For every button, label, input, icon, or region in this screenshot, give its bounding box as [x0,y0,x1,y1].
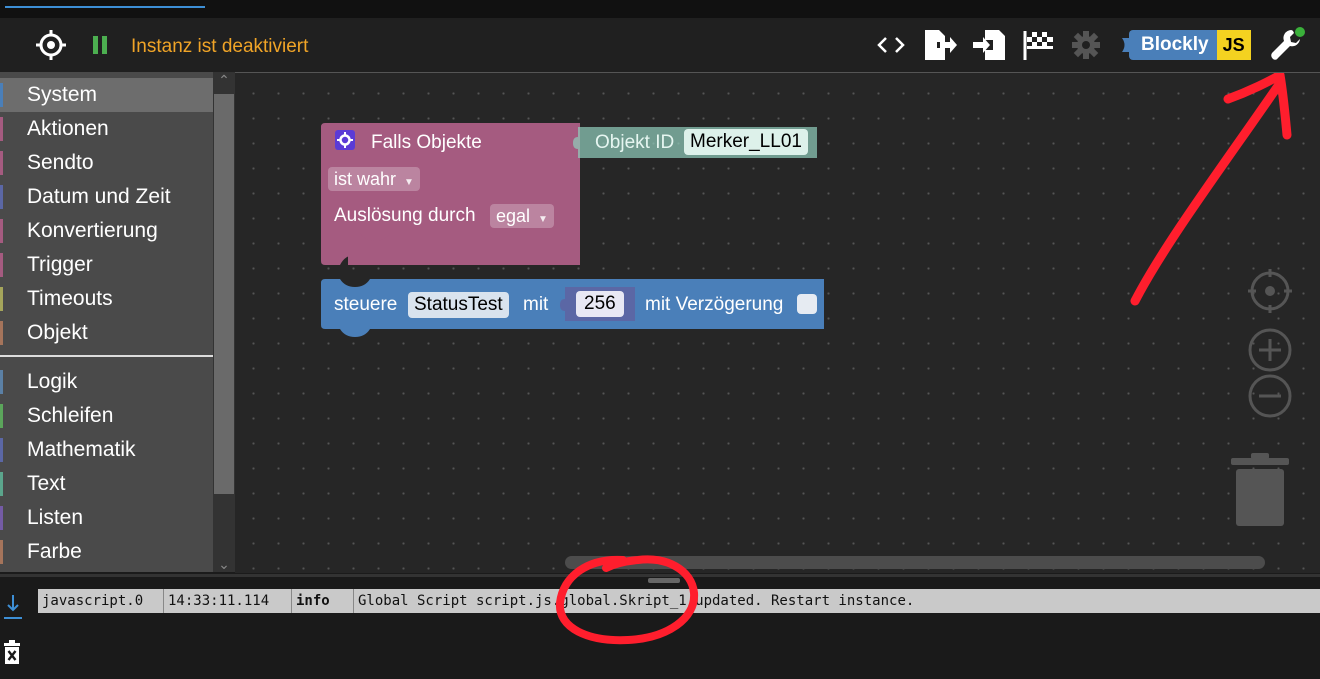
scroll-down-icon[interactable]: ⌄ [217,556,231,572]
category-color-bar [0,253,3,277]
log-row: javascript.0 14:33:11.114 info Global Sc… [38,589,1320,613]
tab-strip [0,0,1320,18]
workspace-horizontal-scrollbar[interactable] [565,556,1265,569]
category-schleifen[interactable]: Schleifen [0,399,213,433]
number-field[interactable]: 256 [576,291,624,317]
toolbox-scrollbar[interactable]: ⌃ ⌄ [213,72,235,572]
category-separator [0,355,213,357]
category-datum-und-zeit[interactable]: Datum und Zeit [0,180,213,214]
control-target-field[interactable]: StatusTest [408,292,509,318]
category-sendto[interactable]: Sendto [0,146,213,180]
scroll-to-bottom-icon[interactable] [2,592,24,622]
category-color-bar [0,219,3,243]
delay-label: mit Verzögerung [645,294,784,315]
category-color-bar [0,506,3,530]
category-label: System [27,83,98,106]
category-label: Text [27,472,66,495]
dropdown-arrow-icon: ▼ [404,177,414,188]
category-toolbox: System Aktionen Sendto Datum und Zeit Ko… [0,72,213,572]
category-label: Trigger [27,253,93,276]
category-color-bar [0,321,3,345]
pause-icon[interactable] [88,26,112,64]
scrollbar-thumb[interactable] [214,94,234,494]
panel-splitter[interactable] [648,578,680,583]
category-listen[interactable]: Listen [0,501,213,535]
object-id-field[interactable]: Merker_LL01 [684,129,808,155]
log-source: javascript.0 [38,589,164,613]
export-icon[interactable] [920,26,960,64]
target-icon[interactable] [33,26,69,64]
control-label: steuere [334,294,398,315]
trigger-by-label: Auslösung durch [334,205,476,226]
category-color-bar [0,287,3,311]
category-label: Objekt [27,321,88,344]
log-message: Global Script script.js.global.Skript_1 … [358,593,915,609]
delay-checkbox[interactable] [797,294,817,314]
category-color-bar [0,83,3,107]
active-tab-indicator [5,6,205,8]
category-label: Konvertierung [27,219,158,242]
category-color-bar [0,117,3,141]
trash-icon[interactable] [1231,458,1289,465]
import-icon[interactable] [970,26,1010,64]
control-with-label: mit [523,294,549,315]
category-color-bar [0,185,3,209]
condition-dropdown[interactable]: ist wahr ▼ [328,167,420,191]
js-label: JS [1216,30,1251,60]
category-farbe[interactable]: Farbe [0,535,213,569]
category-label: Datum und Zeit [27,185,171,208]
trigger-by-value: egal [496,206,531,226]
blockly-workspace[interactable]: Falls Objekte ist wahr ▼ Auslösung durch … [235,72,1320,573]
category-color-bar [0,438,3,462]
category-objekt[interactable]: Objekt [0,316,213,350]
category-trigger[interactable]: Trigger [0,248,213,282]
trigger-by-dropdown[interactable]: egal ▼ [490,204,554,228]
category-konvertierung[interactable]: Konvertierung [0,214,213,248]
category-logik[interactable]: Logik [0,365,213,399]
category-label: Aktionen [27,117,109,140]
category-label: Logik [27,370,78,393]
trigger-title: Falls Objekte [371,132,482,153]
wrench-icon[interactable] [1266,26,1306,64]
category-label: Schleifen [27,404,114,427]
condition-value: ist wahr [334,169,397,189]
category-label: Listen [27,506,84,529]
dropdown-arrow-icon: ▼ [538,214,548,225]
log-level: info [292,589,354,613]
gear-icon[interactable] [1068,26,1104,64]
category-label: Sendto [27,151,94,174]
log-time: 14:33:11.114 [164,589,292,613]
category-color-bar [0,370,3,394]
clear-log-icon[interactable] [2,639,22,667]
category-label: Mathematik [27,438,136,461]
instance-status: Instanz ist deaktiviert [131,36,309,57]
category-mathematik[interactable]: Mathematik [0,433,213,467]
category-color-bar [0,472,3,496]
category-timeouts[interactable]: Timeouts [0,282,213,316]
category-system[interactable]: System [0,78,213,112]
scroll-up-icon[interactable]: ⌃ [217,72,231,88]
settings-gear-icon[interactable] [335,130,355,150]
category-color-bar [0,404,3,428]
flag-icon[interactable] [1020,26,1058,64]
category-text[interactable]: Text [0,467,213,501]
category-label: Farbe [27,540,82,563]
category-color-bar [0,151,3,175]
object-id-label: Objekt ID [595,132,675,153]
blockly-js-toggle[interactable]: Blockly JS [1122,30,1251,60]
code-icon[interactable] [874,26,908,64]
category-label: Timeouts [27,287,113,310]
category-color-bar [0,540,3,564]
editor-toolbar: Instanz ist deaktiviert Blockly JS [0,18,1320,72]
blockly-label: Blockly [1129,30,1217,60]
category-aktionen[interactable]: Aktionen [0,112,213,146]
